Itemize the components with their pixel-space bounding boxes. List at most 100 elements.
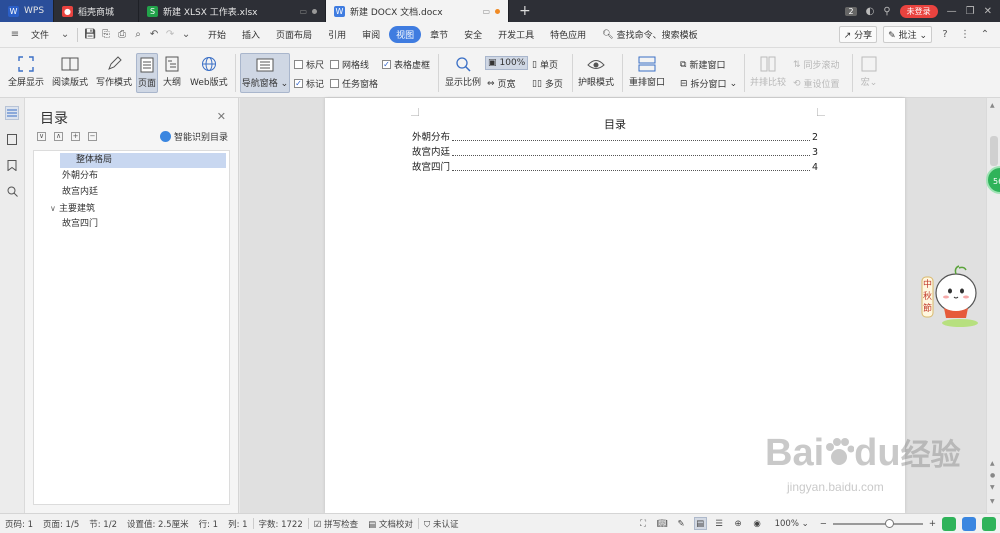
zoom-slider[interactable] — [832, 518, 923, 528]
certification-status[interactable]: ⛉ 未认证 — [419, 518, 464, 530]
customize-icon[interactable]: ⌄ — [179, 29, 193, 40]
toc-tree-item[interactable]: 故宫内廷 — [62, 185, 98, 200]
eye-mode-button[interactable]: 护眼模式 — [578, 55, 614, 88]
tab-docx[interactable]: W 新建 DOCX 文档.docx ▭ — [326, 0, 509, 22]
export-icon[interactable]: ⎘ — [99, 29, 113, 40]
monitor-icon[interactable]: ▭ — [299, 7, 307, 16]
close-icon[interactable]: ✕ — [217, 110, 226, 123]
ruler-checkbox[interactable]: 标尺 — [294, 58, 324, 71]
zoom-slider-knob[interactable] — [884, 518, 894, 528]
tray-s-icon[interactable] — [942, 516, 956, 531]
reset-position-button[interactable]: ⟲ 重设位置 — [793, 77, 840, 91]
toc-entry[interactable]: 故宫四门 4 — [412, 161, 818, 173]
zoom-in-icon[interactable]: + — [929, 519, 936, 529]
toc-entry[interactable]: 故宫内廷 3 — [412, 146, 818, 158]
reading-layout-button[interactable]: 阅读版式 — [52, 55, 88, 88]
web-view-icon[interactable]: ⊕ — [732, 517, 745, 530]
macro-button[interactable]: 宏⌄ — [860, 55, 878, 88]
minimize-icon[interactable]: — — [947, 6, 957, 17]
toc-list-icon[interactable] — [5, 106, 19, 120]
status-setting[interactable]: 设置值: 2.5厘米 — [122, 518, 194, 530]
menu-tab[interactable]: 审阅 — [355, 26, 387, 43]
scroll-down-icon[interactable]: ▼ — [990, 498, 995, 505]
web-layout-button[interactable]: Web版式 — [190, 55, 228, 88]
status-word-count[interactable]: 字数: 1722 — [254, 518, 308, 530]
save-icon[interactable]: 💾︎ — [83, 29, 97, 40]
multi-page-button[interactable]: ▯▯ 多页 — [532, 77, 563, 91]
sync-scroll-button[interactable]: ⇅ 同步滚动 — [793, 58, 840, 72]
zoom-button[interactable]: 显示比例 — [445, 55, 481, 88]
zoom-out-icon[interactable]: − — [820, 519, 827, 529]
menu-tab[interactable]: 章节 — [423, 26, 455, 43]
eye-care-icon[interactable]: ◉ — [751, 517, 764, 530]
status-page-number[interactable]: 页码: 1 — [0, 518, 38, 530]
scroll-thumb[interactable] — [990, 136, 998, 166]
table-gridlines-checkbox[interactable]: ✓ 表格虚框 — [382, 58, 430, 71]
new-window-button[interactable]: ⧉ 新建窗口 — [680, 58, 725, 72]
rearrange-window-button[interactable]: 重排窗口 — [629, 55, 665, 88]
more-icon[interactable]: ⋮ — [958, 29, 972, 40]
tray-app-icon[interactable] — [962, 516, 976, 531]
expand-all-icon[interactable]: ∨ — [37, 132, 46, 141]
print-icon[interactable]: ⎙ — [115, 29, 129, 40]
menu-tab[interactable]: 安全 — [457, 26, 489, 43]
toc-tree-item[interactable]: 整体格局 — [60, 153, 226, 168]
chevron-down-icon[interactable]: ∨ — [50, 201, 59, 216]
new-tab-button[interactable]: + — [509, 0, 541, 22]
print-preview-icon[interactable]: ⌕ — [131, 29, 145, 40]
tab-docer-store[interactable]: ● 稻壳商城 — [54, 0, 139, 22]
tab-xlsx[interactable]: S 新建 XLSX 工作表.xlsx ▭ — [139, 0, 326, 22]
menu-tab[interactable]: 特色应用 — [543, 26, 593, 43]
writing-mode-icon[interactable]: ✎ — [675, 517, 688, 530]
toc-entry[interactable]: 外朝分布 2 — [412, 131, 818, 143]
command-search[interactable]: 🔍︎ 查找命令、搜索模板 — [595, 26, 704, 43]
monitor-icon[interactable]: ▭ — [482, 7, 490, 16]
toc-tree-item[interactable]: 故宫四门 — [62, 217, 98, 232]
split-window-button[interactable]: ⊟ 拆分窗口 ⌄ — [680, 77, 737, 91]
zoom-100-button[interactable]: ▣ 100% — [485, 56, 529, 70]
select-browse-icon[interactable]: ● — [990, 472, 995, 479]
collapse-ribbon-icon[interactable]: ⌃ — [978, 29, 992, 40]
comment-button[interactable]: ✎ 批注 ⌄ — [883, 26, 932, 43]
file-menu[interactable]: 文件 — [24, 26, 56, 43]
status-section[interactable]: 节: 1/2 — [84, 518, 122, 530]
skin-icon[interactable]: ◐ — [866, 6, 875, 17]
minus-icon[interactable]: − — [88, 132, 97, 141]
smart-toc-button[interactable]: 智能识别目录 — [159, 130, 228, 143]
tab-wps-home[interactable]: W WPS — [0, 0, 54, 22]
chapter-icon[interactable] — [5, 132, 19, 146]
window-count-badge[interactable]: 2 — [845, 6, 857, 16]
menu-tab[interactable]: 视图 — [389, 26, 422, 43]
find-icon[interactable] — [5, 184, 19, 198]
menu-tab[interactable]: 引用 — [321, 26, 353, 43]
side-by-side-button[interactable]: 并排比较 — [750, 55, 786, 88]
single-page-button[interactable]: ▯ 单页 — [532, 58, 558, 72]
zoom-level[interactable]: 100% ⌄ — [770, 519, 814, 529]
reading-mode-icon[interactable]: 📖︎ — [656, 517, 669, 530]
hamburger-icon[interactable]: ≡ — [8, 29, 22, 40]
bookmark-icon[interactable] — [5, 158, 19, 172]
collapse-all-icon[interactable]: ∧ — [54, 132, 63, 141]
redo-icon[interactable]: ↷ — [163, 29, 177, 40]
task-pane-checkbox[interactable]: 任务窗格 — [330, 77, 378, 90]
login-button[interactable]: 未登录 — [899, 4, 938, 18]
outline-view-button[interactable]: 大纲 — [163, 55, 181, 88]
share-button[interactable]: ↗ 分享 — [838, 26, 878, 43]
proofread-button[interactable]: ▤ 文档校对 — [363, 518, 418, 530]
nav-pane-button[interactable]: 导航窗格 ⌄ — [240, 53, 290, 93]
status-row[interactable]: 行: 1 — [194, 518, 223, 530]
menu-tab[interactable]: 插入 — [235, 26, 267, 43]
menu-tab[interactable]: 页面布局 — [269, 26, 319, 43]
close-icon[interactable]: ✕ — [984, 6, 992, 17]
markup-checkbox[interactable]: ✓ 标记 — [294, 77, 324, 90]
status-col[interactable]: 列: 1 — [223, 518, 252, 530]
chevron-down-icon[interactable]: ⌄ — [58, 29, 72, 40]
shirt-icon[interactable]: ⚲ — [883, 6, 890, 17]
page-width-button[interactable]: ⇔ 页宽 — [487, 77, 516, 91]
prev-page-icon[interactable]: ▲ — [990, 460, 995, 467]
page-view-button[interactable]: 页面 — [136, 53, 158, 93]
toc-tree-item[interactable]: ∨ 主要建筑 — [50, 201, 95, 216]
tray-s-icon[interactable] — [982, 516, 996, 531]
vertical-scrollbar[interactable]: ▲ ▲ ● ▼ ▼ — [986, 98, 1000, 513]
writing-mode-button[interactable]: 写作模式 — [96, 55, 132, 88]
